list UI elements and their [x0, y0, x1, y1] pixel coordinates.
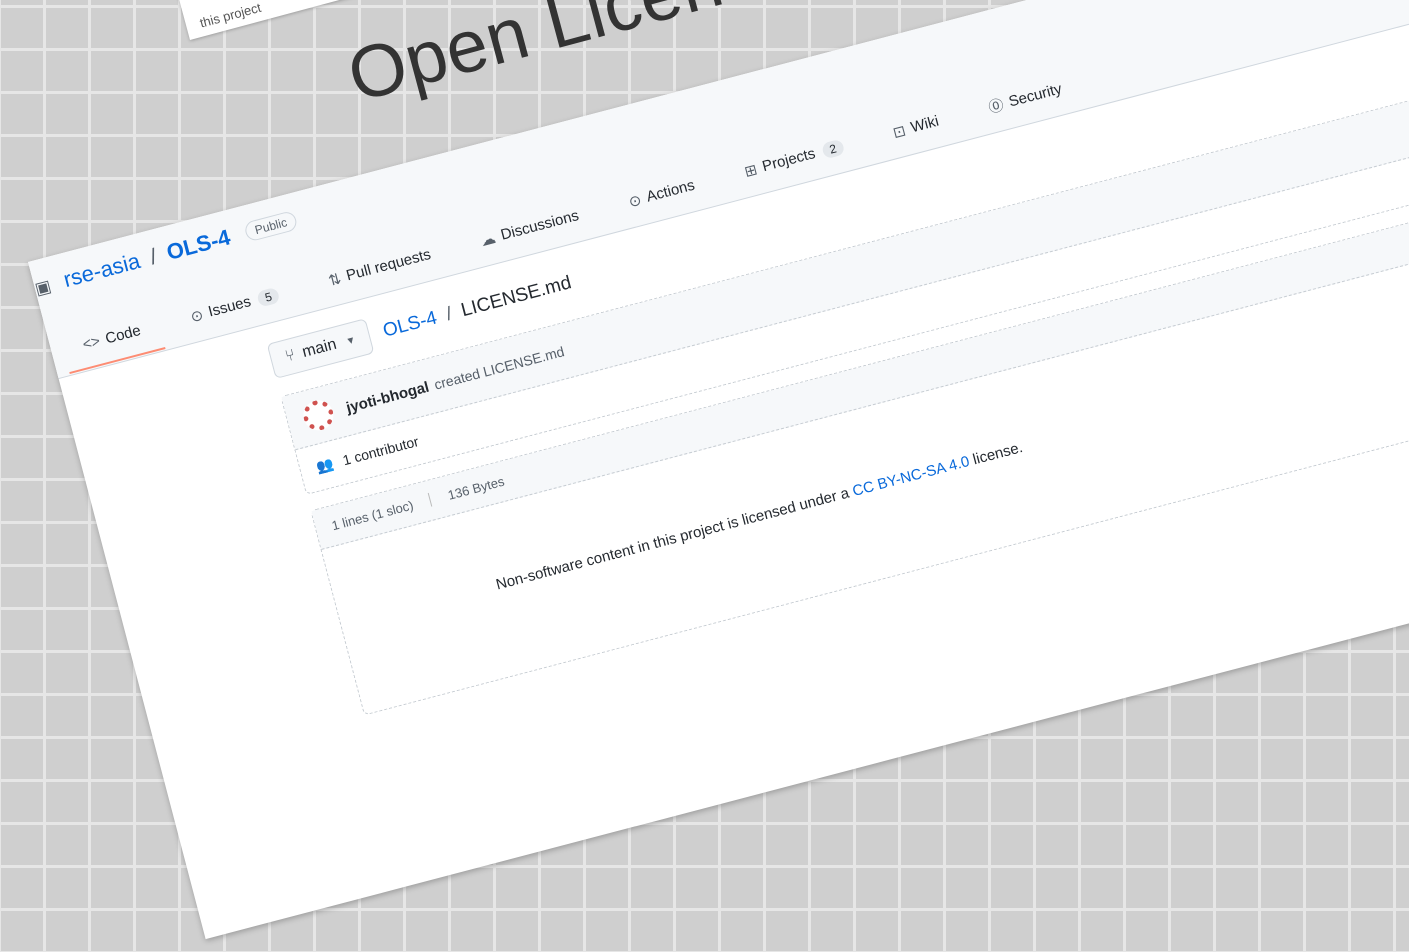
avatar[interactable] — [300, 397, 337, 434]
tab-label: Wiki — [908, 112, 941, 137]
background-card-text: this project — [198, 0, 263, 31]
tab-actions[interactable]: ⊙ Actions — [612, 163, 710, 223]
discussions-icon: ☁ — [478, 229, 498, 250]
tab-label: Issues — [206, 293, 253, 321]
tab-label: Code — [103, 321, 143, 348]
projects-count: 2 — [820, 138, 845, 159]
tab-label: Actions — [644, 176, 697, 206]
repo-owner-link[interactable]: rse-asia — [61, 248, 143, 292]
tab-security[interactable]: ⓪ Security — [972, 66, 1078, 131]
tab-label: Security — [1006, 80, 1064, 111]
tab-label: Projects — [760, 144, 818, 176]
file-size: 136 Bytes — [446, 473, 506, 503]
repo-icon: ▣ — [32, 276, 54, 299]
chevron-down-icon: ▼ — [344, 334, 357, 348]
tab-issues[interactable]: ⊙ Issues 5 — [174, 273, 295, 339]
repo-separator: / — [147, 243, 160, 270]
play-icon: ⊙ — [626, 191, 644, 211]
breadcrumb-file: LICENSE.md — [458, 272, 574, 322]
breadcrumb-separator: / — [443, 303, 455, 326]
stage: this project Open License ▣ rse-asia / O… — [0, 0, 1409, 952]
tab-label: Discussions — [498, 207, 581, 244]
tab-projects[interactable]: ⊞ Projects 2 — [728, 125, 859, 194]
github-card: ▣ rse-asia / OLS-4 Public <> Code ⊙ Issu… — [28, 0, 1409, 940]
visibility-badge: Public — [242, 209, 299, 243]
branch-name: main — [300, 335, 339, 362]
license-prefix: Non-software content in this project is … — [494, 484, 851, 594]
breadcrumb-repo-link[interactable]: OLS-4 — [381, 307, 439, 341]
contributors-text: 1 contributor — [340, 433, 421, 469]
shield-icon: ⓪ — [986, 96, 1006, 117]
tab-pull-requests[interactable]: ⇅ Pull requests — [312, 233, 447, 303]
branch-icon: ⑂ — [283, 346, 298, 366]
branch-selector[interactable]: ⑂ main ▼ — [266, 318, 375, 379]
tab-code[interactable]: <> Code — [67, 309, 157, 366]
license-link[interactable]: CC BY-NC-SA 4.0 — [851, 453, 972, 500]
issue-icon: ⊙ — [188, 306, 206, 326]
projects-icon: ⊞ — [742, 160, 760, 181]
commit-author-link[interactable]: jyoti-bhogal — [344, 378, 431, 416]
pull-request-icon: ⇅ — [326, 269, 344, 290]
repo-name-link[interactable]: OLS-4 — [164, 224, 233, 265]
tab-label: Pull requests — [344, 245, 433, 285]
issues-count: 5 — [256, 286, 281, 308]
tab-wiki[interactable]: ⊡ Wiki — [877, 99, 955, 154]
code-icon: <> — [80, 332, 103, 354]
book-icon: ⊡ — [891, 121, 908, 142]
file-header-divider — [428, 492, 433, 507]
people-icon: 👥 — [314, 455, 336, 476]
license-suffix: license. — [971, 438, 1025, 469]
tab-discussions[interactable]: ☁ Discussions — [464, 194, 595, 262]
